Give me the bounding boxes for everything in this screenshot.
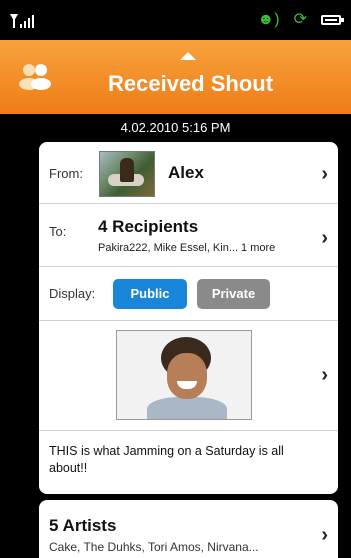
shout-message: THIS is what Jamming on a Saturday is al… (49, 444, 284, 475)
signal-indicator (10, 12, 34, 28)
sync-icon: ⟳ (293, 11, 307, 28)
chevron-right-icon: › (321, 227, 328, 249)
up-arrow-icon[interactable] (180, 52, 196, 60)
display-row: Display: Public Private (39, 267, 338, 321)
page-title: Received Shout (108, 71, 274, 96)
public-button[interactable]: Public (113, 279, 187, 309)
artists-heading: 5 Artists (49, 516, 117, 535)
battery-icon (321, 15, 344, 25)
status-bar: ☻) ⟳ (0, 0, 351, 40)
people-icon[interactable] (18, 60, 54, 92)
artists-list: Cake, The Duhks, Tori Amos, Nirvana... (49, 540, 259, 554)
from-label: From: (49, 166, 83, 181)
chevron-right-icon: › (321, 163, 328, 185)
message-row: THIS is what Jamming on a Saturday is al… (39, 431, 338, 494)
shout-datetime: 4.02.2010 5:16 PM (120, 120, 231, 135)
display-label: Display: (49, 286, 96, 301)
signal-icon (10, 12, 34, 28)
sender-avatar (99, 151, 155, 197)
shout-photo (116, 330, 252, 420)
private-button[interactable]: Private (197, 279, 270, 309)
chevron-right-icon: › (321, 524, 328, 546)
sender-name: Alex (168, 163, 204, 182)
chevron-right-icon: › (321, 364, 328, 386)
recipients-row[interactable]: To: 4 Recipients Pakira222, Mike Essel, … (39, 204, 338, 267)
status-icons: ☻) ⟳ (257, 11, 344, 28)
recipients-count: 4 Recipients (98, 217, 199, 236)
from-row[interactable]: From: Alex › (39, 142, 338, 204)
photo-row[interactable]: › (39, 321, 338, 431)
shout-details-card: From: Alex › To: 4 Recipients Pakira222,… (39, 142, 338, 494)
recipients-names: Pakira222, Mike Essel, Kin... 1 more (98, 242, 276, 254)
headset-icon: ☻) (257, 11, 280, 28)
title-bar: Received Shout (0, 40, 351, 114)
to-label: To: (49, 224, 67, 239)
artists-card[interactable]: 5 Artists Cake, The Duhks, Tori Amos, Ni… (39, 500, 338, 558)
